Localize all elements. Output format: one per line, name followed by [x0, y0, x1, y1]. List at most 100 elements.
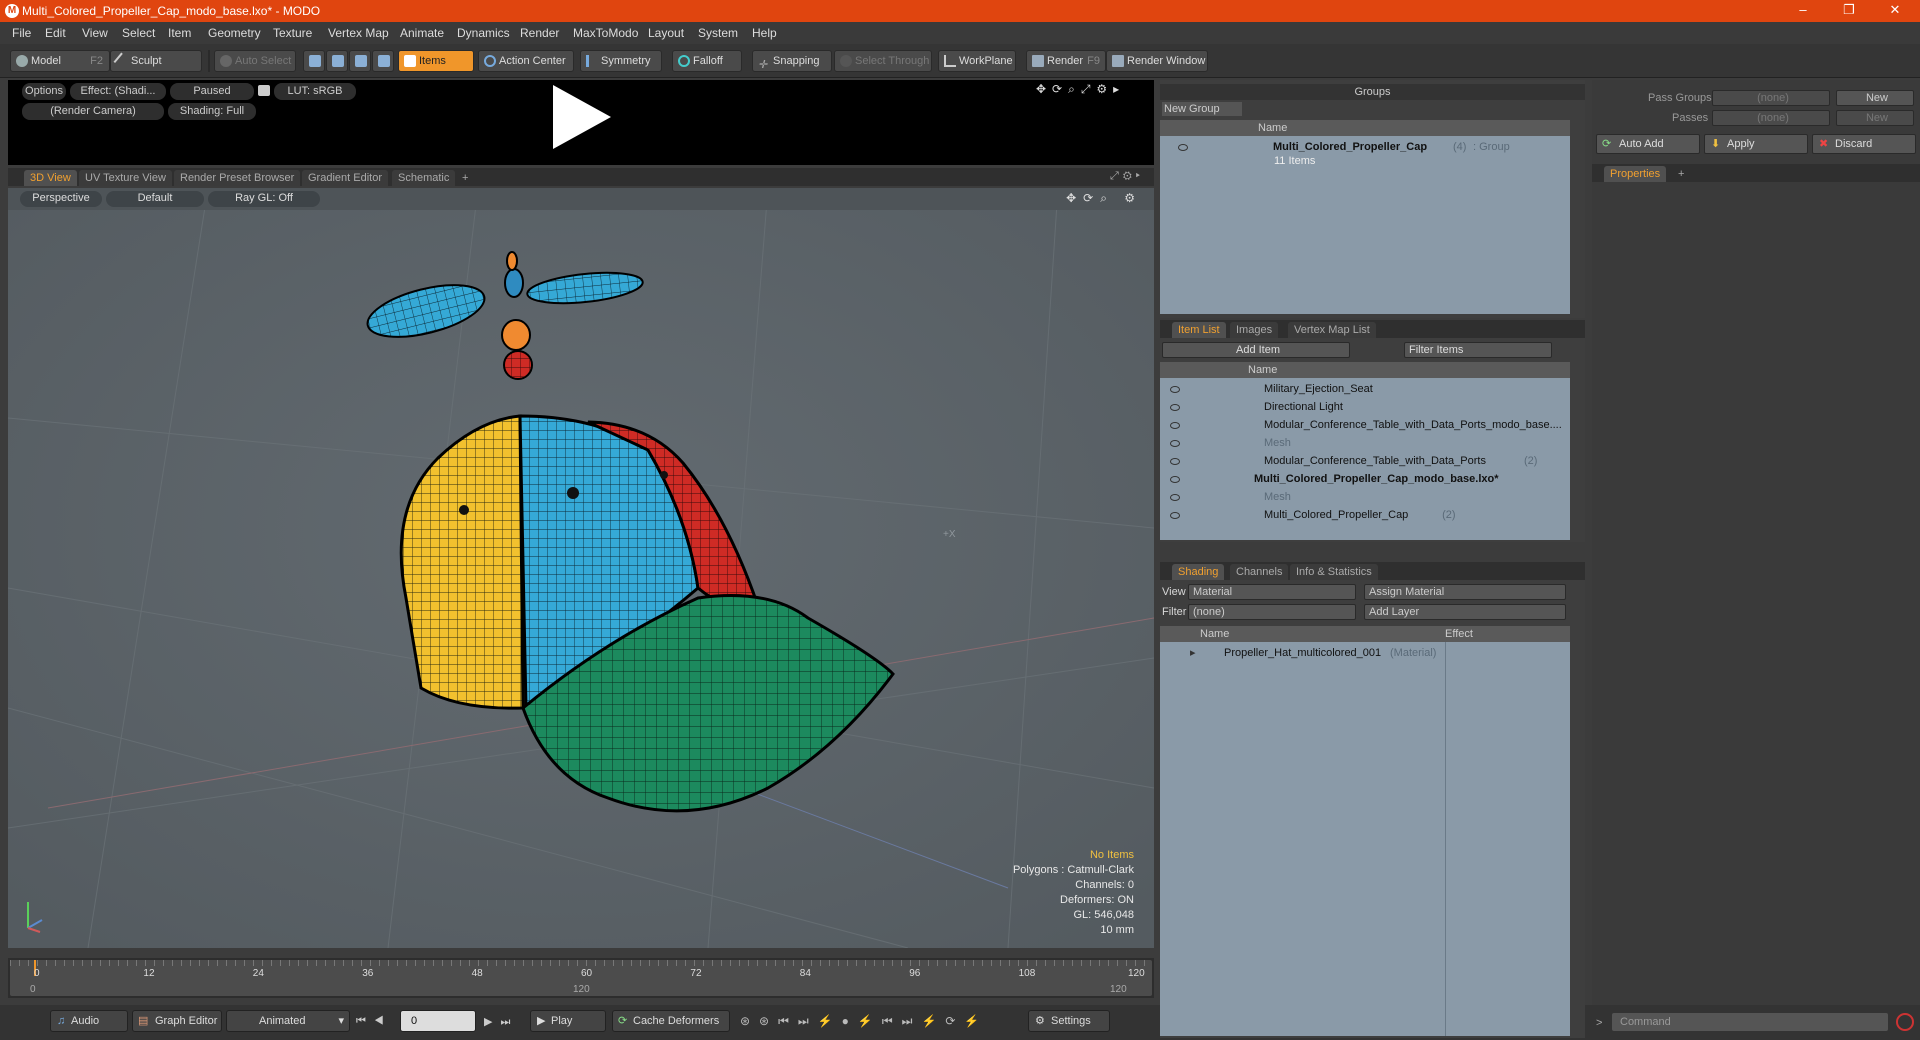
play-button[interactable]: ▶ Play — [530, 1010, 606, 1032]
cache-deformers-button[interactable]: ⟳ Cache Deformers — [612, 1010, 730, 1032]
tab-gradient-editor[interactable]: Gradient Editor — [302, 170, 388, 186]
preview-nav-icons[interactable]: ✥⟳⌕⤢⚙▸ — [1036, 82, 1125, 97]
auto-add-button[interactable]: ⟳ Auto Add — [1596, 134, 1700, 154]
frame-input[interactable]: 0 — [400, 1010, 476, 1032]
menu-texture[interactable]: Texture — [273, 26, 312, 40]
play-preview-icon[interactable] — [553, 85, 611, 149]
select-through-button[interactable]: Select Through — [834, 50, 932, 72]
new-pass-button[interactable]: New — [1836, 110, 1914, 126]
pass-groups-dropdown[interactable]: (none) — [1712, 90, 1830, 106]
render-window-button[interactable]: Render Window — [1106, 50, 1208, 72]
default-style-dropdown[interactable]: Default — [106, 191, 204, 207]
expand-icon[interactable]: ▸ — [1190, 644, 1196, 662]
add-layer-dropdown[interactable]: Add Layer — [1364, 604, 1566, 620]
menu-dynamics[interactable]: Dynamics — [457, 26, 510, 40]
visibility-icon[interactable] — [1170, 404, 1180, 411]
tab-3d-view[interactable]: 3D View — [24, 170, 77, 186]
add-properties-tab-icon[interactable]: + — [1672, 166, 1690, 182]
record-icon[interactable] — [1896, 1013, 1914, 1031]
add-tab-icon[interactable]: + — [456, 170, 474, 186]
symmetry-button[interactable]: Symmetry — [580, 50, 662, 72]
menu-maxtomodo[interactable]: MaxToModo — [573, 26, 638, 40]
tab-images[interactable]: Images — [1230, 322, 1279, 338]
item-list-row[interactable]: Modular_Conference_Table_with_Data_Ports… — [1160, 416, 1570, 434]
settings-button[interactable]: ⚙ Settings — [1028, 1010, 1110, 1032]
animated-dropdown[interactable]: Animated ▾ — [226, 1010, 350, 1032]
apply-button[interactable]: ⬇ Apply — [1704, 134, 1808, 154]
model-mode-button[interactable]: Model F2 — [10, 50, 110, 72]
menu-edit[interactable]: Edit — [45, 26, 66, 40]
preview-shading-dropdown[interactable]: Shading: Full — [168, 103, 256, 120]
3d-viewport[interactable]: +X Perspective Default Ray GL: Off ✥⟳⌕ ⚙… — [8, 188, 1154, 948]
transport-back-icons[interactable]: ⏮◀ — [356, 1015, 392, 1028]
tab-info-statistics[interactable]: Info & Statistics — [1290, 564, 1378, 580]
ray-gl-toggle[interactable]: Ray GL: Off — [208, 191, 320, 207]
preview-paused-button[interactable]: Paused — [170, 83, 254, 100]
polygons-mode-button[interactable] — [349, 50, 371, 72]
menu-select[interactable]: Select — [122, 26, 155, 40]
item-list-row[interactable]: Directional Light — [1160, 398, 1570, 416]
item-list-row[interactable]: Military_Ejection_Seat — [1160, 380, 1570, 398]
command-input[interactable]: Command — [1612, 1013, 1888, 1031]
vertices-mode-button[interactable] — [303, 50, 325, 72]
item-list-row[interactable]: Multi_Colored_Propeller_Cap_modo_base.lx… — [1160, 470, 1570, 488]
transport-forward-icons[interactable]: ▶⏭ — [484, 1015, 518, 1029]
view-dropdown[interactable]: Material — [1188, 584, 1356, 600]
item-list[interactable]: Name Military_Ejection_Seat Directional L… — [1160, 362, 1570, 540]
item-list-row[interactable]: Multi_Colored_Propeller_Cap (2) — [1160, 506, 1570, 524]
visibility-icon[interactable] — [1170, 476, 1180, 483]
tab-schematic[interactable]: Schematic — [392, 170, 456, 186]
auto-select-button[interactable]: Auto Select — [214, 50, 296, 72]
item-list-row[interactable]: Modular_Conference_Table_with_Data_Ports… — [1160, 452, 1570, 470]
item-list-row[interactable]: Mesh — [1160, 488, 1570, 506]
new-group-button[interactable]: New Group — [1162, 102, 1242, 116]
materials-mode-button[interactable] — [372, 50, 394, 72]
close-icon[interactable]: ✕ — [1872, 0, 1918, 22]
render-button[interactable]: Render F9 — [1026, 50, 1106, 72]
lock-icon[interactable] — [258, 85, 270, 96]
visibility-icon[interactable] — [1170, 440, 1180, 447]
menu-view[interactable]: View — [82, 26, 108, 40]
menu-animate[interactable]: Animate — [400, 26, 444, 40]
workplane-button[interactable]: WorkPlane — [938, 50, 1016, 72]
preview-effect-dropdown[interactable]: Effect: (Shadi... — [70, 83, 166, 100]
tab-uv-texture-view[interactable]: UV Texture View — [79, 170, 172, 186]
visibility-icon[interactable] — [1170, 494, 1180, 501]
action-center-button[interactable]: Action Center — [478, 50, 574, 72]
filter-items-input[interactable]: Filter Items — [1404, 342, 1552, 358]
visibility-icon[interactable] — [1170, 512, 1180, 519]
maximize-icon[interactable]: ❐ — [1826, 0, 1872, 22]
tab-channels[interactable]: Channels — [1230, 564, 1289, 580]
preview-options-button[interactable]: Options — [22, 83, 66, 100]
menu-layout[interactable]: Layout — [648, 26, 684, 40]
items-mode-button[interactable]: Items — [398, 50, 474, 72]
groups-list[interactable]: Name Multi_Colored_Propeller_Cap (4) : G… — [1160, 120, 1570, 314]
menu-file[interactable]: File — [12, 26, 31, 40]
visibility-icon[interactable] — [1170, 386, 1180, 393]
tab-properties[interactable]: Properties — [1604, 166, 1667, 182]
menu-help[interactable]: Help — [752, 26, 777, 40]
menu-render[interactable]: Render — [520, 26, 559, 40]
graph-editor-button[interactable]: ▤ Graph Editor — [132, 1010, 222, 1032]
preview-lut-dropdown[interactable]: LUT: sRGB — [274, 83, 356, 100]
add-item-dropdown[interactable]: Add Item — [1162, 342, 1350, 358]
filter-dropdown[interactable]: (none) — [1188, 604, 1356, 620]
falloff-button[interactable]: Falloff — [672, 50, 742, 72]
menu-geometry[interactable]: Geometry — [208, 26, 261, 40]
key-tools-icons[interactable]: ⊛⊛⏮⏭⚡●⚡⏮⏭⚡⟳⚡ — [740, 1014, 988, 1029]
group-row[interactable]: Multi_Colored_Propeller_Cap (4) : Group — [1168, 138, 1568, 156]
material-row[interactable]: ▸ Propeller_Hat_multicolored_001 (Materi… — [1160, 644, 1570, 662]
snapping-button[interactable]: ✛ Snapping — [752, 50, 832, 72]
preview-camera-dropdown[interactable]: (Render Camera) — [22, 103, 164, 120]
visibility-icon[interactable] — [1178, 144, 1188, 151]
perspective-dropdown[interactable]: Perspective — [20, 191, 102, 207]
visibility-icon[interactable] — [1170, 458, 1180, 465]
tab-options-icons[interactable]: ⤢⚙▸ — [1110, 170, 1144, 183]
edges-mode-button[interactable] — [326, 50, 348, 72]
viewport-nav-icons[interactable]: ✥⟳⌕ ⚙ — [1066, 191, 1142, 206]
menu-vertex-map[interactable]: Vertex Map — [328, 26, 389, 40]
tab-shading[interactable]: Shading — [1172, 564, 1225, 580]
timeline[interactable]: 0 12 24 36 48 60 72 84 96 108 120 0 120 120 — [8, 958, 1154, 998]
tab-item-list[interactable]: Item List — [1172, 322, 1226, 338]
new-pass-group-button[interactable]: New — [1836, 90, 1914, 106]
